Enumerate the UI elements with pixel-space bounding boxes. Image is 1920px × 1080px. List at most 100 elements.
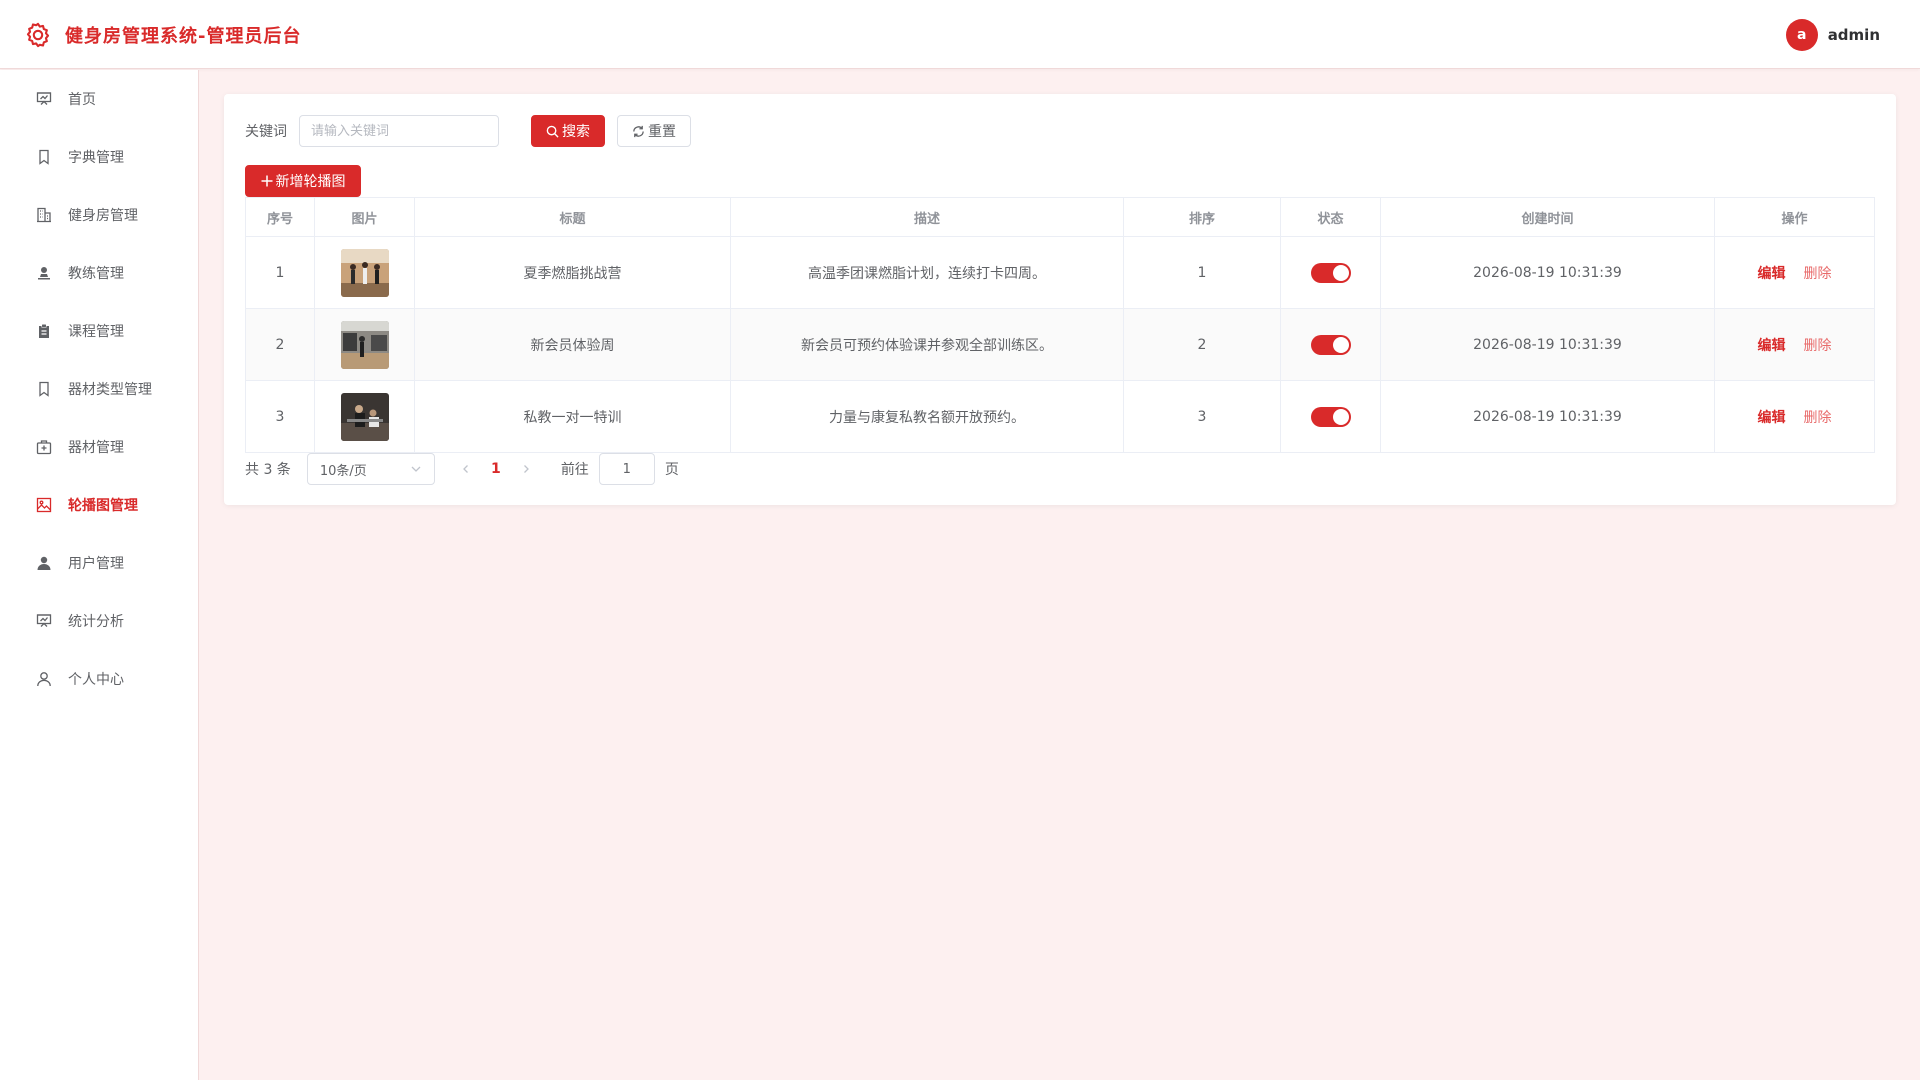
user-menu[interactable]: a admin (1785, 19, 1880, 51)
search-bar: 关键词 搜索 重置 (245, 115, 691, 147)
username[interactable]: admin (1828, 26, 1880, 44)
image-cell (315, 237, 415, 308)
status-toggle[interactable] (1310, 262, 1351, 283)
row-index: 3 (246, 381, 315, 452)
sidebar-item-gyms[interactable]: 健身房管理 (0, 186, 198, 244)
sidebar-item-users[interactable]: 用户管理 (0, 534, 198, 592)
sidebar-item-coaches[interactable]: 教练管理 (0, 244, 198, 302)
chevron-left-icon (462, 465, 468, 473)
search-button-label: 搜索 (562, 124, 590, 140)
row-index: 1 (246, 237, 315, 308)
actions-cell: 编辑 删除 (1715, 381, 1875, 452)
brand: 健身房管理系统-管理员后台 (24, 20, 301, 50)
search-button[interactable]: 搜索 (531, 115, 605, 147)
sidebar-item-label: 健身房管理 (68, 208, 138, 224)
table-row: 1 夏季燃脂挑战营 高温季团课燃脂计划，连续打卡四周。 1 2026-08-19… (246, 237, 1875, 309)
sidebar-item-label: 统计分析 (68, 614, 124, 630)
table-row: 2 新会员体验周 新会员可预约体验课并参观全部训练区。 2 2026-08-19… (246, 309, 1875, 381)
presentation-chart-icon (35, 90, 53, 108)
keyword-label: 关键词 (245, 124, 287, 140)
sidebar-item-statistics[interactable]: 统计分析 (0, 592, 198, 650)
page-size-select[interactable]: 10条/页 (306, 453, 435, 485)
page-number[interactable]: 1 (481, 453, 511, 485)
delete-button[interactable]: 删除 (1804, 407, 1832, 427)
column-header: 排序 (1124, 198, 1281, 236)
add-banner-button[interactable]: 新增轮播图 (245, 165, 361, 197)
user-outline-icon (35, 670, 53, 688)
keyword-input[interactable] (299, 115, 499, 147)
banner-thumbnail[interactable] (340, 392, 389, 441)
sidebar-item-profile[interactable]: 个人中心 (0, 650, 198, 708)
plus-icon (261, 175, 272, 187)
row-sort: 2 (1124, 309, 1281, 380)
status-cell (1281, 309, 1381, 380)
column-header: 标题 (415, 198, 731, 236)
sidebar: 首页 字典管理 健身房管理 教练管理 课程管理 器材类型管理 器材管理 轮播图管… (0, 70, 199, 1080)
edit-button[interactable]: 编辑 (1758, 407, 1786, 427)
column-header: 描述 (731, 198, 1124, 236)
page-suffix: 页 (664, 462, 679, 478)
sidebar-item-label: 字典管理 (68, 150, 124, 166)
status-cell (1281, 237, 1381, 308)
sidebar-item-courses[interactable]: 课程管理 (0, 302, 198, 360)
total-count: 共 3 条 (245, 462, 291, 478)
content-card: 关键词 搜索 重置 新增轮播图 序号 图片 标题 描述 排序 状态 创建时间 操… (224, 94, 1896, 505)
banner-thumbnail[interactable] (340, 320, 389, 369)
actions-cell: 编辑 删除 (1715, 237, 1875, 308)
row-created-time: 2026-08-19 10:31:39 (1381, 381, 1715, 452)
sidebar-item-dictionary[interactable]: 字典管理 (0, 128, 198, 186)
column-header: 创建时间 (1381, 198, 1715, 236)
pagination: 共 3 条 10条/页 1 前往 页 (245, 453, 679, 485)
image-cell (315, 309, 415, 380)
avatar[interactable]: a (1785, 19, 1818, 51)
edit-button[interactable]: 编辑 (1758, 335, 1786, 355)
search-icon (546, 125, 559, 138)
sidebar-item-label: 教练管理 (68, 266, 124, 282)
delete-button[interactable]: 删除 (1804, 335, 1832, 355)
row-title: 新会员体验周 (415, 309, 731, 380)
column-header: 图片 (315, 198, 415, 236)
banner-table: 序号 图片 标题 描述 排序 状态 创建时间 操作 1 夏季燃脂挑战营 高温季团… (245, 197, 1875, 453)
person-stamp-icon (35, 264, 53, 282)
row-sort: 1 (1124, 237, 1281, 308)
reset-button-label: 重置 (648, 124, 676, 140)
presentation-chart-icon (35, 612, 53, 630)
next-page-button[interactable] (511, 453, 541, 485)
row-title: 夏季燃脂挑战营 (415, 237, 731, 308)
table-row: 3 私教一对一特训 力量与康复私教名额开放预约。 3 2026-08-19 10… (246, 381, 1875, 453)
reset-button[interactable]: 重置 (617, 115, 691, 147)
add-banner-label: 新增轮播图 (275, 174, 346, 190)
status-toggle[interactable] (1310, 406, 1351, 427)
sidebar-item-label: 器材类型管理 (68, 382, 152, 398)
first-aid-kit-icon (35, 438, 53, 456)
sidebar-item-home[interactable]: 首页 (0, 70, 198, 128)
sidebar-item-label: 轮播图管理 (68, 498, 138, 514)
sidebar-item-equipment[interactable]: 器材管理 (0, 418, 198, 476)
banner-thumbnail[interactable] (340, 248, 389, 297)
row-description: 高温季团课燃脂计划，连续打卡四周。 (731, 237, 1124, 308)
column-header: 序号 (246, 198, 315, 236)
row-index: 2 (246, 309, 315, 380)
chevron-right-icon (523, 465, 529, 473)
clipboard-icon (35, 322, 53, 340)
app-title: 健身房管理系统-管理员后台 (65, 26, 302, 47)
prev-page-button[interactable] (451, 453, 481, 485)
user-filled-icon (35, 554, 53, 572)
sidebar-item-label: 器材管理 (68, 440, 124, 456)
picture-icon (35, 496, 53, 514)
bookmark-icon (35, 148, 53, 166)
status-toggle[interactable] (1310, 334, 1351, 355)
gear-icon (24, 21, 52, 49)
chevron-down-icon (411, 466, 421, 472)
sidebar-item-banners[interactable]: 轮播图管理 (0, 476, 198, 534)
row-created-time: 2026-08-19 10:31:39 (1381, 309, 1715, 380)
edit-button[interactable]: 编辑 (1758, 263, 1786, 283)
bookmark-icon (35, 380, 53, 398)
row-description: 新会员可预约体验课并参观全部训练区。 (731, 309, 1124, 380)
page-size-value: 10条/页 (319, 463, 367, 479)
sidebar-item-equipment-types[interactable]: 器材类型管理 (0, 360, 198, 418)
goto-page-input[interactable] (598, 453, 655, 485)
delete-button[interactable]: 删除 (1804, 263, 1832, 283)
top-bar: 健身房管理系统-管理员后台 a admin (0, 0, 1920, 69)
sidebar-item-label: 课程管理 (68, 324, 124, 340)
